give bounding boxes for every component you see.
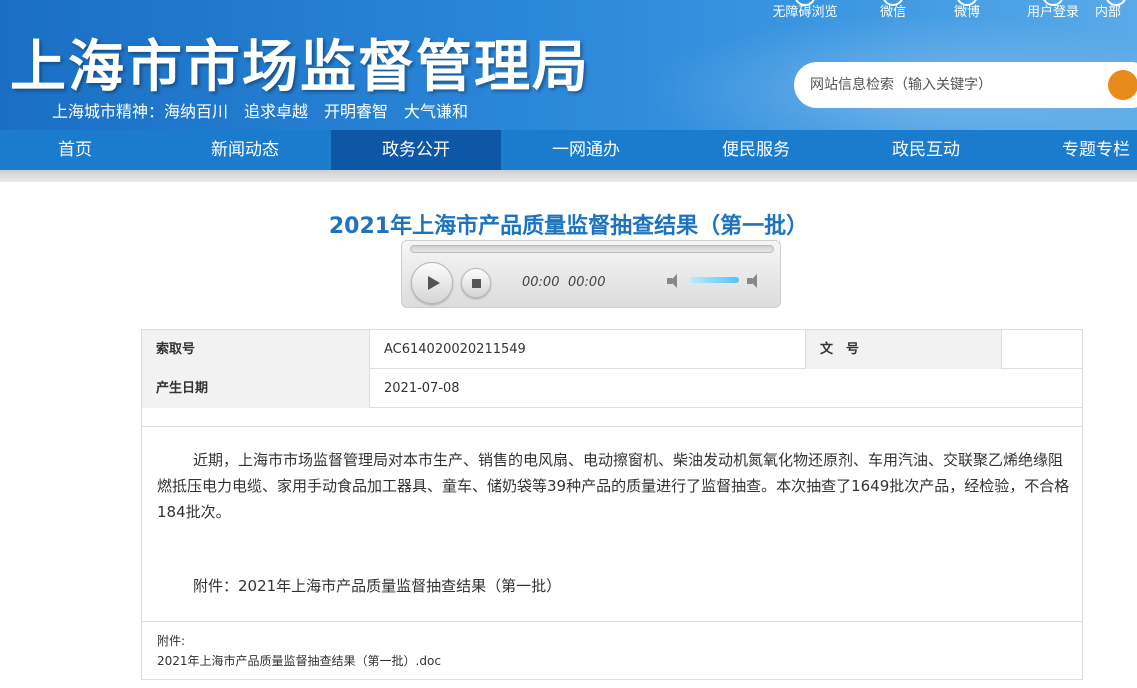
table-spacer-row [142,408,1082,428]
nav-item-news[interactable]: 新闻动态 [160,130,330,170]
accessibility-link[interactable]: 无障碍浏览 [760,0,850,20]
search-button[interactable] [1108,70,1137,100]
nav-item-gov-affairs[interactable]: 政务公开 [331,130,501,170]
city-slogan: 上海城市精神：海纳百川 追求卓越 开明睿智 大气谦和 [52,102,469,121]
nav-item-one-stop[interactable]: 一网通办 [501,130,671,170]
volume-max-icon[interactable] [747,274,763,288]
nav-item-topics[interactable]: 专题专栏 [1011,130,1137,170]
stop-button[interactable] [461,268,491,298]
document-info-table: 索取号 AC614020020211549 文 号 产生日期 2021-07-0… [141,329,1083,429]
site-header: 上海市市场监督管理局 上海城市精神：海纳百川 追求卓越 开明睿智 大气谦和 无障… [0,0,1137,130]
table-row: 产生日期 2021-07-08 [142,369,1082,408]
mute-icon[interactable] [667,274,683,288]
nav-shadow [0,170,1137,182]
nav-item-home[interactable]: 首页 [0,130,160,170]
article-paragraph: 近期，上海市市场监督管理局对本市生产、销售的电风扇、电动擦窗机、柴油发动机氮氧化… [157,451,1070,521]
attachments-section: 附件: 2021年上海市产品质量监督抽查结果（第一批）.doc [141,622,1083,680]
article-title: 2021年上海市产品质量监督抽查结果（第一批） [328,214,809,239]
index-value: AC614020020211549 [369,330,805,369]
site-title[interactable]: 上海市市场监督管理局 [10,22,590,103]
internal-link[interactable]: 内部 [1095,0,1137,20]
audio-player: 00:00 00:00 [401,240,781,308]
article-content: 2021年上海市产品质量监督抽查结果（第一批） 00:00 00:00 索取号 … [0,182,1137,688]
nav-item-interaction[interactable]: 政民互动 [841,130,1011,170]
user-login-link[interactable]: 用户登录 [1008,0,1098,20]
site-search [794,62,1137,108]
doc-no-label: 文 号 [805,330,1001,369]
play-button[interactable] [411,262,453,304]
date-value: 2021-07-08 [369,369,1082,408]
attachment-mention: 附件：2021年上海市产品质量监督抽查结果（第一批） [193,577,562,595]
main-nav: 首页 新闻动态 政务公开 一网通办 便民服务 政民互动 专题专栏 [0,130,1137,170]
volume-slider[interactable] [689,277,739,283]
current-time: 00:00 [522,275,560,290]
nav-item-services[interactable]: 便民服务 [671,130,841,170]
audio-progress-bar[interactable] [410,245,774,253]
attachments-heading: 附件: [157,634,186,648]
search-input[interactable] [794,62,1114,108]
article-body: 近期，上海市市场监督管理局对本市生产、销售的电风扇、电动擦窗机、柴油发动机氮氧化… [141,426,1083,622]
table-row: 索取号 AC614020020211549 文 号 [142,330,1082,369]
attachment-file-link[interactable]: 2021年上海市产品质量监督抽查结果（第一批）.doc [157,652,441,669]
doc-no-value [1001,330,1082,369]
date-label: 产生日期 [142,369,369,408]
weibo-link[interactable]: 微博 [922,0,1012,20]
duration-time: 00:00 [568,275,606,290]
index-label: 索取号 [142,330,369,369]
